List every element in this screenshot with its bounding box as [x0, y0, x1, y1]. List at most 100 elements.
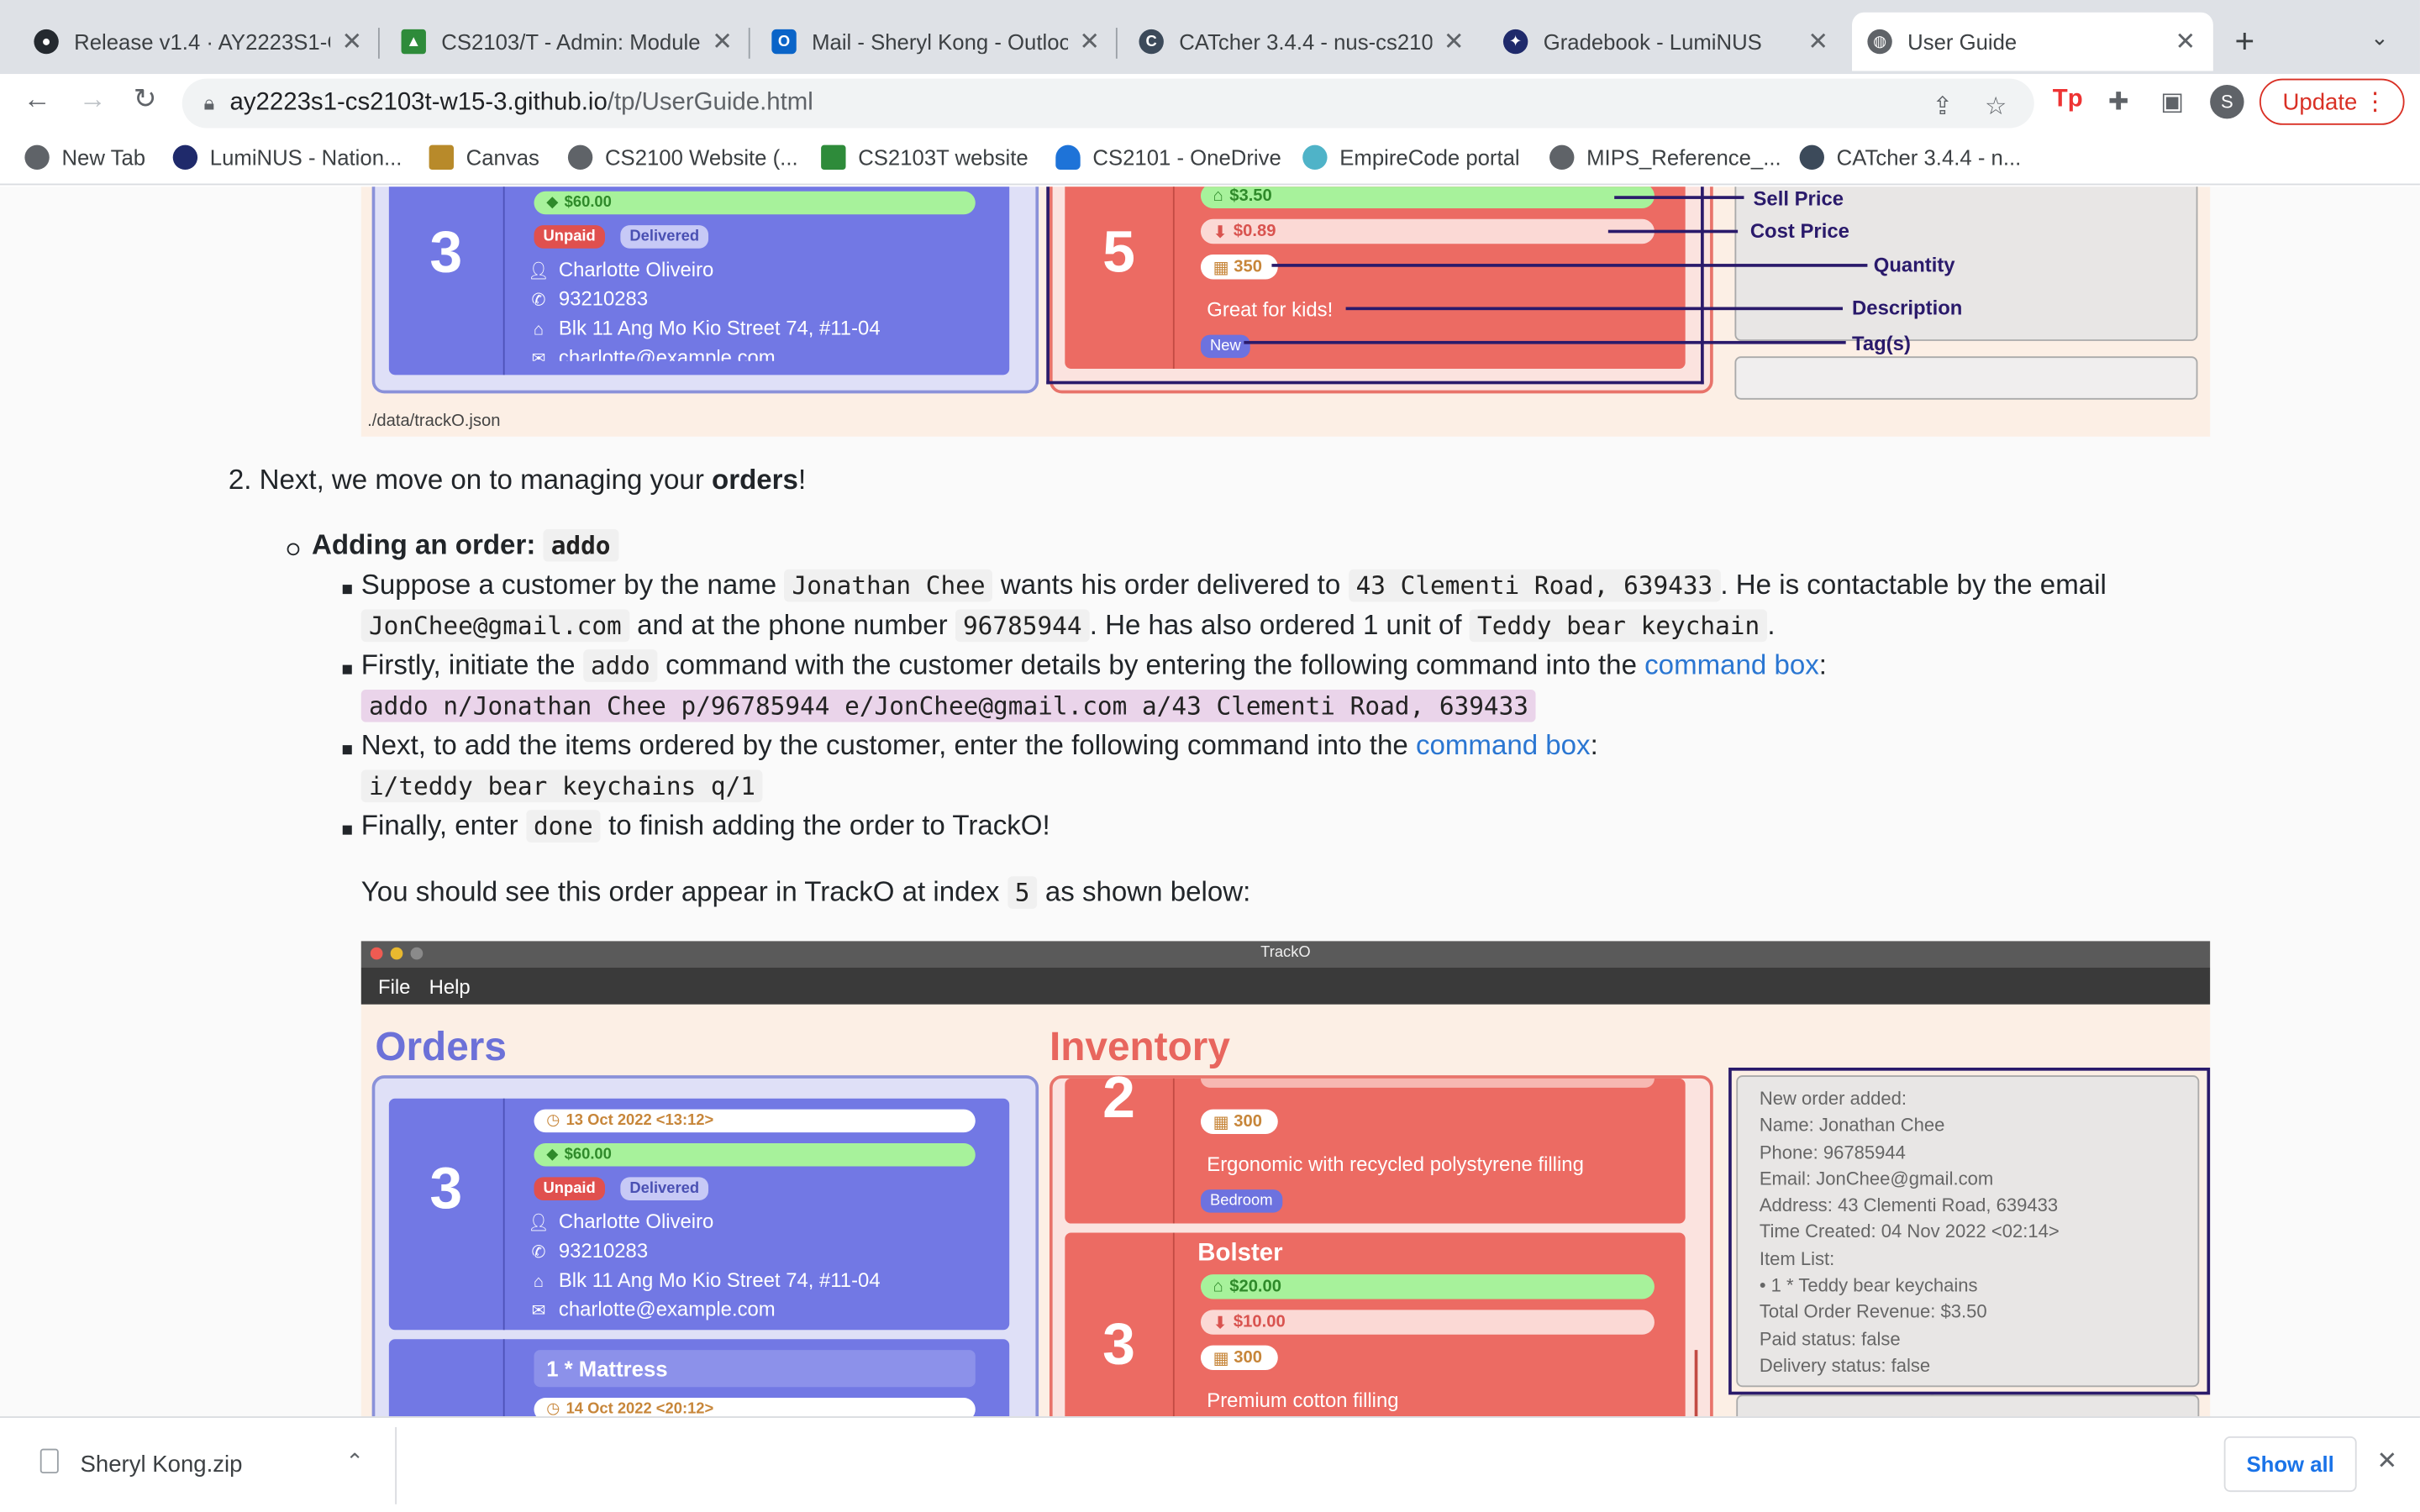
addo-command-code: addo n/Jonathan Chee p/96785944 e/JonChe… — [360, 690, 1537, 722]
bookmarks-bar: New Tab LumiNUS - Nation... Canvas CS210… — [0, 132, 2420, 186]
bookmark-empirecode[interactable]: EmpireCode portal — [1302, 144, 1520, 171]
star-icon[interactable]: ☆ — [1985, 91, 2007, 122]
tab-catcher[interactable]: C CATcher 3.4.4 - nus-cs210 ✕ — [1123, 13, 1481, 71]
url-path: /tp/UserGuide.html — [607, 89, 813, 116]
chevron-down-icon[interactable]: ⌄ — [2370, 24, 2389, 50]
scrollbar[interactable] — [1694, 1350, 1698, 1417]
browser-window: ● Release v1.4 · AY2223S1-C ✕ ▲ CS2103/T… — [0, 0, 2420, 1512]
globe-icon — [24, 144, 50, 171]
close-icon[interactable]: ✕ — [339, 26, 364, 57]
annotation-line — [1345, 307, 1844, 311]
puzzle-icon[interactable]: ✚ — [2108, 87, 2129, 118]
result-line: Paid status: false — [1759, 1327, 1901, 1350]
bookmark-luminus[interactable]: LumiNUS - Nation... — [172, 144, 402, 171]
luminus-icon — [172, 144, 198, 171]
bullet — [342, 585, 352, 595]
annotation-description: Description — [1852, 296, 1963, 320]
order-price-pill: ◆ $60.00 — [534, 1142, 976, 1167]
item-description: Ergonomic with recycled polystyrene fill… — [1207, 1152, 1584, 1176]
result-line: New order added: — [1759, 1087, 1907, 1110]
close-icon[interactable]: ✕ — [2377, 1446, 2398, 1477]
bullet — [342, 745, 352, 755]
result-line: Address: 43 Clementi Road, 639433 — [1759, 1194, 2059, 1216]
menu-file[interactable]: File — [378, 975, 410, 999]
price-tag-icon: ◆ — [546, 194, 559, 212]
customer-email: ✉ charlotte@example.com — [528, 345, 776, 360]
extension-tp-icon[interactable]: Tp — [2053, 87, 2083, 114]
bullet — [342, 825, 352, 835]
globe-icon — [1549, 144, 1575, 171]
adding-order-heading: Adding an order: addo — [312, 528, 618, 562]
bookmark-canvas[interactable]: Canvas — [429, 144, 539, 171]
app-menu-bar: File Help — [360, 967, 2211, 1005]
share-icon[interactable]: ⇪ — [1933, 91, 1954, 122]
customer-address: ⌂ Blk 11 Ang Mo Kio Street 74, #11-04 — [528, 1268, 881, 1292]
tab-gradebook[interactable]: ✦ Gradebook - LumiNUS ✕ — [1488, 13, 1846, 71]
toolbar: ← → ↻ 🔒︎ ay2223s1-cs2103t-w15-3.github.i… — [0, 74, 2420, 133]
customer-name: 👤︎ Charlotte Oliveiro — [528, 1209, 714, 1233]
close-icon[interactable]: ✕ — [1077, 26, 1102, 57]
home-icon: ⌂ — [533, 321, 544, 340]
email-icon: ✉ — [531, 349, 546, 361]
inventory-heading: Inventory — [1049, 1022, 1230, 1069]
close-icon[interactable]: ✕ — [2173, 26, 2197, 57]
forward-icon[interactable]: → — [74, 83, 111, 116]
more-icon[interactable]: ⋮ — [2363, 87, 2387, 118]
home-icon: ⌂ — [1213, 186, 1223, 206]
delivered-badge: Delivered — [620, 1177, 709, 1200]
tab-strip: ● Release v1.4 · AY2223S1-C ✕ ▲ CS2103/T… — [0, 0, 2420, 75]
result-display: New order added: Name: Jonathan Chee Pho… — [1736, 1075, 2200, 1388]
update-button[interactable]: Update ⋮ — [2259, 78, 2405, 125]
github-icon: ● — [34, 29, 59, 55]
onedrive-icon — [1055, 144, 1081, 171]
close-icon[interactable]: ✕ — [1806, 26, 1830, 57]
step-initiate: Firstly, initiate the addo command with … — [360, 649, 1828, 682]
bookmark-cs2103t[interactable]: CS2103T website — [821, 144, 1028, 171]
command-box-link[interactable]: command box — [1644, 649, 1819, 680]
close-icon[interactable]: ✕ — [710, 26, 734, 57]
new-tab-icon[interactable]: + — [2235, 22, 2255, 62]
download-filename[interactable]: Sheryl Kong.zip — [81, 1452, 243, 1478]
command-box[interactable] — [1734, 356, 2198, 400]
person-icon: 👤︎ — [528, 1214, 550, 1233]
tab-user-guide[interactable]: ◍ User Guide ✕ — [1852, 12, 2213, 71]
bookmark-new-tab[interactable]: New Tab — [24, 144, 145, 171]
step-finish: Finally, enter done to finish adding the… — [360, 810, 1050, 843]
back-icon[interactable]: ← — [18, 83, 55, 116]
bookmark-cs2101[interactable]: CS2101 - OneDrive — [1055, 144, 1281, 171]
show-all-button[interactable]: Show all — [2223, 1436, 2357, 1493]
unpaid-badge: Unpaid — [534, 1177, 605, 1200]
annotation-quantity: Quantity — [1873, 253, 1955, 276]
customer-phone: ✆ 93210283 — [528, 1239, 649, 1263]
unpaid-badge: Unpaid — [534, 225, 605, 249]
bookmark-catcher[interactable]: CATcher 3.4.4 - n... — [1799, 144, 2021, 171]
order-date-pill: ◷ 14 Oct 2022 <20:12> — [534, 1398, 976, 1417]
bookmark-mips[interactable]: MIPS_Reference_... — [1549, 144, 1781, 171]
app-title: TrackO — [1260, 944, 1311, 962]
result-line: Time Created: 04 Nov 2022 <02:14> — [1759, 1221, 2060, 1243]
bookmark-cs2100[interactable]: CS2100 Website (... — [567, 144, 798, 171]
sidepanel-icon[interactable]: ▣ — [2160, 87, 2184, 118]
annotation-line — [1271, 264, 1868, 267]
inventory-index: 3 — [1102, 1313, 1136, 1378]
tab-mail[interactable]: O Mail - Sheryl Kong - Outloo ✕ — [756, 13, 1118, 71]
annotation-line — [1607, 229, 1739, 234]
command-box-link[interactable]: command box — [1416, 730, 1591, 761]
close-icon[interactable]: ✕ — [1441, 26, 1465, 57]
address-bar[interactable]: 🔒︎ ay2223s1-cs2103t-w15-3.github.io/tp/U… — [182, 78, 2034, 129]
chevron-up-icon[interactable]: ⌃ — [345, 1449, 364, 1475]
reload-icon[interactable]: ↻ — [127, 83, 164, 116]
avatar[interactable]: S — [2210, 85, 2244, 119]
lock-icon[interactable]: 🔒︎ — [203, 91, 214, 115]
customer-phone: ✆ 93210283 — [528, 287, 649, 311]
globe-icon: ◍ — [1867, 29, 1892, 55]
tab-release[interactable]: ● Release v1.4 · AY2223S1-C ✕ — [18, 13, 380, 71]
tab-cs2103-admin[interactable]: ▲ CS2103/T - Admin: Module ✕ — [386, 13, 750, 71]
inventory-list-panel: 5 ⌂ $3.50 ⬇ $0.89 ▦ 350 Great for kids! New — [1046, 186, 1713, 394]
order-list-panel: 3 ◆ $60.00 Unpaid Delivered 👤︎ Charlotte O… — [371, 186, 1039, 394]
menu-help[interactable]: Help — [429, 975, 471, 999]
item-command-code: i/teddy bear keychains q/1 — [360, 769, 764, 803]
outlook-icon: O — [771, 29, 797, 55]
annotation-tags: Tag(s) — [1852, 331, 1911, 355]
home-icon: ⌂ — [533, 1273, 544, 1292]
